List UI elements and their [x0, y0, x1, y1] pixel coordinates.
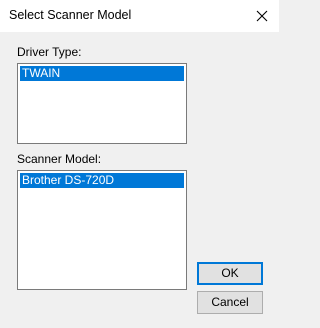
ok-button[interactable]: OK	[197, 262, 263, 285]
close-icon	[256, 10, 268, 22]
close-button[interactable]	[245, 0, 279, 32]
driver-type-listbox[interactable]: TWAIN	[17, 63, 187, 144]
title-bar: Select Scanner Model	[0, 0, 279, 32]
list-item-label: TWAIN	[22, 66, 61, 80]
window-title: Select Scanner Model	[9, 8, 132, 22]
scanner-model-listbox[interactable]: Brother DS-720D	[17, 170, 187, 290]
list-item-label: Brother DS-720D	[22, 173, 115, 187]
driver-type-label: Driver Type:	[17, 45, 82, 59]
list-item-twain[interactable]: TWAIN	[20, 66, 184, 81]
scanner-model-label: Scanner Model:	[17, 152, 102, 166]
cancel-button[interactable]: Cancel	[197, 291, 263, 314]
list-item-brother-ds-720d[interactable]: Brother DS-720D	[20, 173, 184, 188]
